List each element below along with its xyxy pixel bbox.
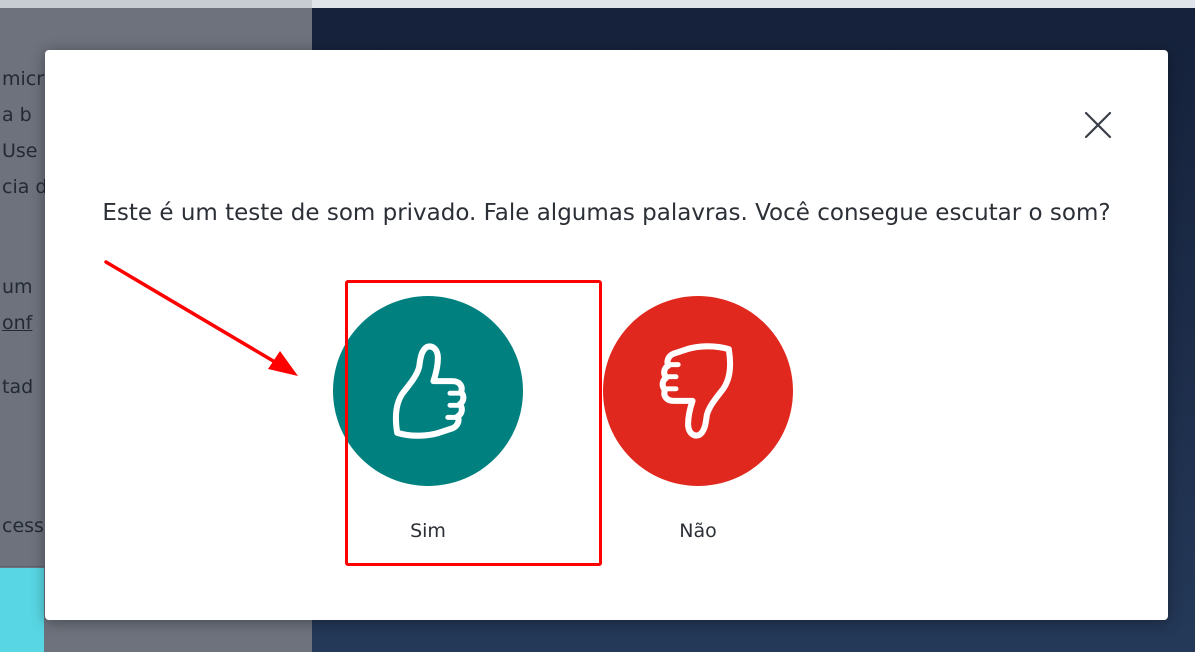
background-text-line: cess (2, 515, 44, 537)
yes-circle (333, 296, 523, 486)
background-accent-block (0, 568, 44, 652)
yes-label: Sim (410, 520, 446, 542)
screen: micr a b Use cia d um onf tad cess Este … (0, 0, 1195, 652)
background-top-strip (312, 0, 1195, 8)
yes-button[interactable]: Sim (333, 296, 523, 542)
background-text-line: um (2, 276, 33, 298)
audio-test-prompt: Este é um teste de som privado. Fale alg… (102, 200, 1111, 226)
close-button[interactable] (1078, 105, 1118, 145)
background-text-line: tad (2, 376, 34, 398)
close-icon (1084, 111, 1112, 139)
background-left-top-strip (0, 0, 312, 8)
no-label: Não (679, 520, 717, 542)
thumbs-up-icon (392, 343, 467, 439)
background-text-line: a b (2, 104, 32, 126)
thumbs-down-icon (659, 343, 734, 439)
no-button[interactable]: Não (603, 296, 793, 542)
background-text-line: micr (2, 68, 45, 90)
background-link: onf (2, 312, 33, 334)
no-circle (603, 296, 793, 486)
background-text-line: cia d (2, 176, 48, 198)
background-text-line: Use (2, 140, 38, 162)
audio-test-dialog: Este é um teste de som privado. Fale alg… (45, 50, 1168, 620)
